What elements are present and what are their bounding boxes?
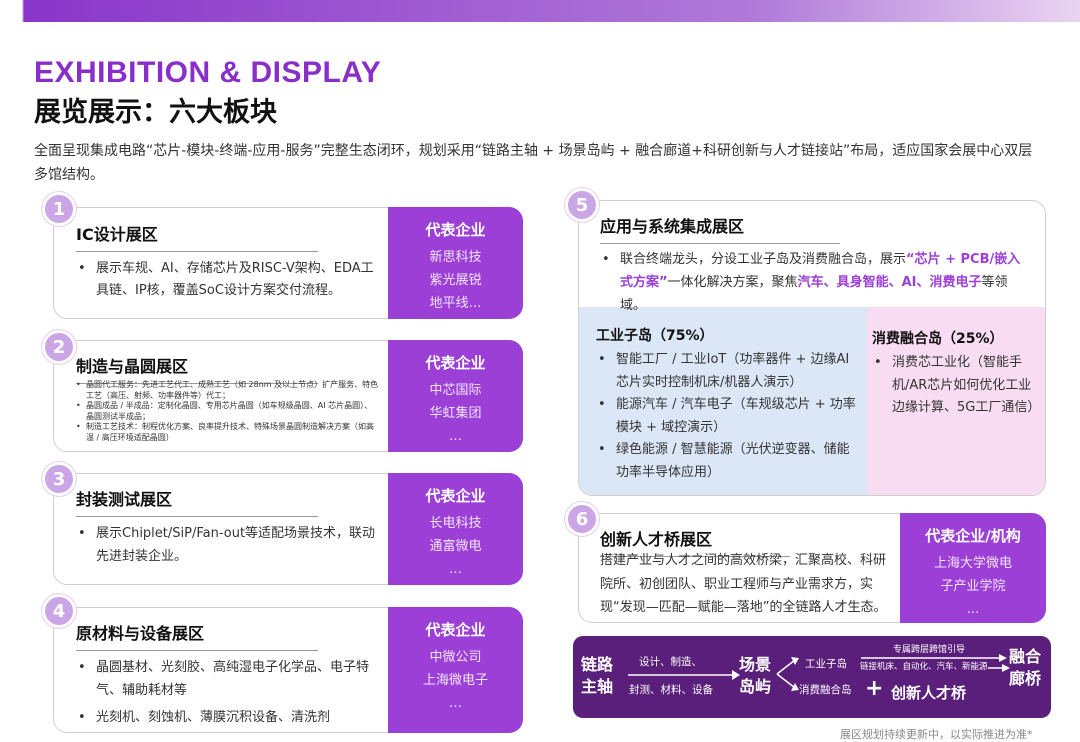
zone-6-text: 搭建产业与人才之间的高效桥梁，汇聚高校、科研院所、初创团队、职业工程师与产业需求… (600, 553, 887, 615)
zone-6-rep-label: 代表企业/机构 (925, 527, 1021, 545)
zone-3-bullets: 展示Chiplet/SiP/Fan-out等适配场景技术，联动先进封装企业。 (76, 522, 378, 568)
company-name: 上海微电子 (422, 673, 488, 688)
flow-talent-bridge: 创新人才桥 (891, 684, 967, 702)
zone-5-title: 应用与系统集成展区 (600, 213, 840, 244)
zone-6-number: 6 (565, 502, 599, 536)
consumer-item: 消费芯工业化（智能手机/AR芯片如何优化工业边缘计算、5G工厂通信） (872, 352, 1040, 420)
industrial-item: 智能工厂 / 工业IoT（功率器件 + 边缘AI芯片实时控制机床/机器人演示） (596, 349, 856, 394)
zone-2-bullet: 制造工艺技术：制程优化方案、良率提升技术、特殊场景晶圆制造解决方案（如高温 / … (74, 422, 380, 443)
company-name: 紫光展锐 (429, 273, 482, 288)
industrial-item: 绿色能源 / 智慧能源（光伏逆变器、储能功率半导体应用） (596, 439, 856, 484)
page-title-cn: 展览展示：六大板块 (34, 97, 277, 128)
company-name: 通富微电 (429, 539, 482, 554)
zone-2-rep-label: 代表企业 (425, 354, 486, 372)
zone-1-number: 1 (42, 192, 76, 226)
institution-name: 子产业学院 (940, 579, 1006, 594)
company-name: 中微公司 (429, 650, 482, 665)
flow-islands: 场景岛屿 (739, 655, 772, 696)
company-name: … (449, 429, 462, 444)
flow-fusion-bridge: 融合廊桥 (1009, 647, 1042, 688)
zone-4-bullet: 晶圆基材、光刻胶、高纯湿电子化学品、电子特气、辅助耗材等 (76, 656, 378, 702)
zone-5-highlight-fields: 汽车、具身智能、AI、消费电子 (797, 275, 982, 290)
zone-4-number: 4 (42, 594, 76, 628)
company-name: 中芯国际 (429, 383, 482, 398)
zone-6-companies: 代表企业/机构 上海大学微电 子产业学院 … (900, 513, 1046, 623)
flow-branch-consumer: 消费融合岛 (799, 684, 852, 696)
company-name: … (449, 562, 462, 577)
top-gradient-bar (0, 0, 1080, 22)
zone-2-bullet: 晶圆成品 / 半成品：定制化晶圆、专用芯片晶圆（如车规级晶圆、AI 芯片晶圆）、… (74, 401, 380, 422)
zone-3-bullet: 展示Chiplet/SiP/Fan-out等适配场景技术，联动先进封装企业。 (76, 522, 378, 568)
zone-4-rep-label: 代表企业 (425, 621, 486, 639)
consumer-island-list: 消费芯工业化（智能手机/AR芯片如何优化工业边缘计算、5G工厂通信） (872, 352, 1040, 420)
page-title-en: EXHIBITION & DISPLAY (34, 56, 382, 89)
consumer-island: 消费融合岛（25%） 消费芯工业化（智能手机/AR芯片如何优化工业边缘计算、5G… (872, 328, 1040, 420)
zone-2-companies: 代表企业 中芯国际 华虹集团 … (388, 340, 523, 452)
flow-corridor-arrow-2-icon (988, 664, 1010, 672)
zone-3-title: 封装测试展区 (76, 486, 318, 517)
flow-corridor-items: 链接机床、自动化、汽车、新能源 (860, 662, 988, 672)
zone-5-intro-b: 一体化解决方案，聚焦 (667, 275, 798, 290)
zone-1-companies: 代表企业 新思科技 紫光展锐 地平线… (388, 207, 523, 319)
flow-main-axis: 链路主轴 (581, 655, 614, 696)
zone-3-companies: 代表企业 长电科技 通富微电 … (388, 473, 523, 585)
flow-branch-arrows-icon (776, 657, 799, 691)
zone-2-bullets: 晶圆代工服务：先进工艺代工、成熟工艺（如 28nm 及以上节点）扩产服务、特色工… (74, 380, 380, 443)
consumer-island-title: 消费融合岛（25%） (872, 331, 1004, 347)
company-name: 华虹集团 (429, 406, 482, 421)
flow-branch-industrial: 工业子岛 (805, 658, 847, 670)
industrial-item: 能源汽车 / 汽车电子（车规级芯片 + 功率模块 + 域控演示） (596, 394, 856, 439)
company-name: 新思科技 (429, 250, 482, 265)
institution-name: … (966, 602, 980, 617)
footnote: 展区规划持续更新中，以实际推进为准* (840, 728, 1033, 741)
intro-paragraph: 全面呈现集成电路“芯片-模块-终端-应用-服务”完整生态闭环，规划采用“链路主轴… (34, 143, 1033, 183)
zone-1-bullets: 展示车规、AI、存储芯片及RISC-V架构、EDA工具链、IP核，覆盖SoC设计… (76, 258, 378, 302)
flow-plus-icon: + (865, 676, 884, 701)
flow-arrow-1-top: 设计、制造、 (639, 656, 702, 668)
industrial-island: 工业子岛（75%） 智能工厂 / 工业IoT（功率器件 + 边缘AI芯片实时控制… (596, 325, 856, 484)
zone-4-bullet: 光刻机、刻蚀机、薄膜沉积设备、清洗剂 (76, 706, 378, 729)
company-name: 长电科技 (429, 516, 482, 531)
zone-5-number: 5 (565, 188, 599, 222)
flow-arrow-icon (628, 670, 740, 680)
industrial-island-title: 工业子岛（75%） (596, 328, 714, 344)
zone-4-title: 原材料与设备展区 (76, 620, 318, 651)
institution-name: 上海大学微电 (933, 556, 1012, 571)
zone-2-bullet: 晶圆代工服务：先进工艺代工、成熟工艺（如 28nm 及以上节点）扩产服务、特色工… (74, 380, 380, 401)
flow-arrow-1-bottom: 封测、材料、设备 (629, 684, 713, 696)
zone-1-title: IC设计展区 (76, 221, 318, 252)
zone-5-intro-a: 联合终端龙头，分设工业子岛及消费融合岛，展示 (620, 252, 907, 267)
company-name: … (449, 696, 462, 711)
industrial-island-list: 智能工厂 / 工业IoT（功率器件 + 边缘AI芯片实时控制机床/机器人演示） … (596, 349, 856, 484)
zone-2-number: 2 (42, 330, 76, 364)
zone-4-companies: 代表企业 中微公司 上海微电子 … (388, 607, 523, 733)
zone-4-bullets: 晶圆基材、光刻胶、高纯湿电子化学品、电子特气、辅助耗材等 光刻机、刻蚀机、薄膜沉… (76, 656, 378, 729)
zone-1-bullet: 展示车规、AI、存储芯片及RISC-V架构、EDA工具链、IP核，覆盖SoC设计… (76, 258, 378, 302)
zone-1-rep-label: 代表企业 (425, 221, 486, 239)
layout-flow-diagram: 链路主轴 设计、制造、 封测、材料、设备 场景岛屿 工业子岛 消费融合岛 专属跨… (573, 636, 1051, 718)
zone-3-rep-label: 代表企业 (425, 487, 486, 505)
company-name: 地平线… (429, 296, 482, 311)
zone-3-number: 3 (42, 462, 76, 496)
zone-5-intro: • 联合终端龙头，分设工业子岛及消费融合岛，展示“芯片 + PCB/嵌入式方案”… (602, 252, 1021, 313)
